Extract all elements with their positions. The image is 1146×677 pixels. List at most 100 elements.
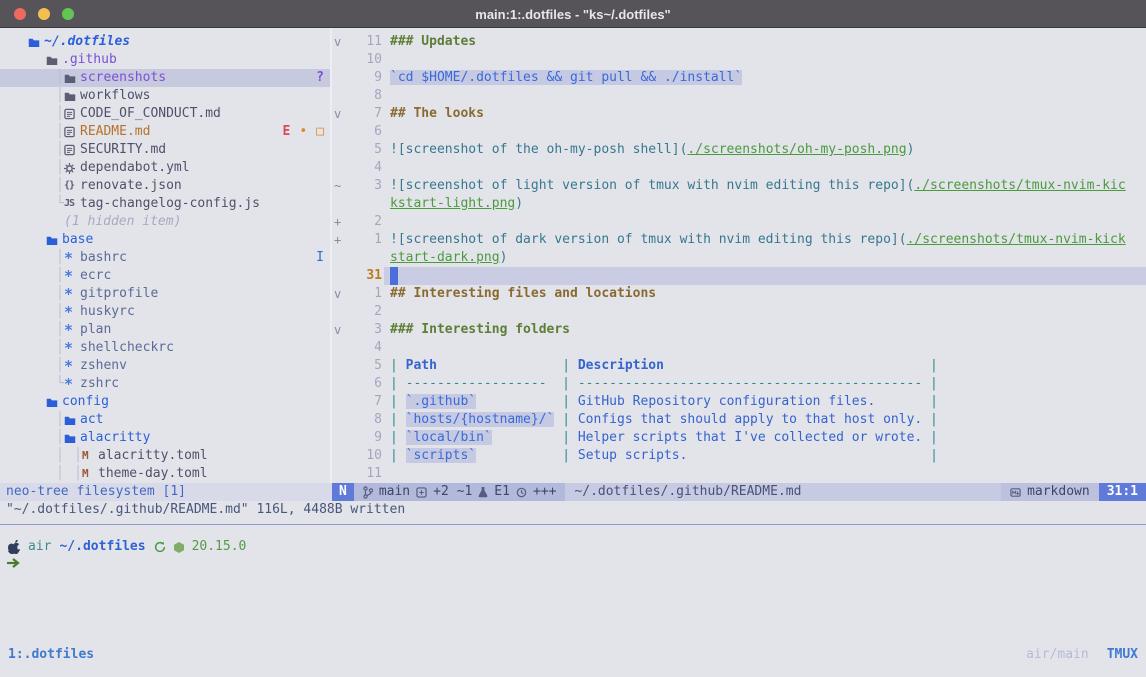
statusline-filepath: ~/.dotfiles/.github/README.md xyxy=(565,483,1001,501)
tree-item-1hiddenitem[interactable]: (1 hidden item) xyxy=(0,213,330,231)
tree-item-zshrc[interactable]: └*zshrc xyxy=(0,375,330,393)
editor-line-text: start-dark.png) xyxy=(390,249,507,267)
folder-icon xyxy=(64,412,80,428)
editor-line[interactable]: v1## Interesting files and locations xyxy=(332,285,1146,303)
tree-item-base[interactable]: base xyxy=(0,231,330,249)
syntax-token: | xyxy=(554,430,577,445)
tree-item-renovate.json[interactable]: │{}renovate.json xyxy=(0,177,330,195)
editor-line[interactable]: 5![screenshot of the oh-my-posh shell](.… xyxy=(332,141,1146,159)
git-diff-counts: +2 ~1 xyxy=(433,483,472,501)
tmux-status-right: air/main TMUX xyxy=(1026,646,1138,664)
line-number: 8 xyxy=(340,411,382,429)
line-number: 31 xyxy=(340,267,382,285)
editor-line[interactable]: 10| `scripts` | Setup scripts. | xyxy=(332,447,1146,465)
tree-item-huskyrc[interactable]: │*huskyrc xyxy=(0,303,330,321)
editor-line[interactable]: 8 xyxy=(332,87,1146,105)
tree-indent-guide: │ xyxy=(56,339,64,357)
tmux-window-tab[interactable]: 1:.dotfiles xyxy=(8,646,94,664)
syntax-token: `local/bin` xyxy=(406,430,492,445)
tree-item-tag-changelog-config.js[interactable]: └JStag-changelog-config.js xyxy=(0,195,330,213)
editor-line[interactable]: start-dark.png) xyxy=(332,249,1146,267)
tree-item-shellcheckrc[interactable]: │*shellcheckrc xyxy=(0,339,330,357)
editor-line[interactable]: 2 xyxy=(332,303,1146,321)
editor-line[interactable]: v7## The looks xyxy=(332,105,1146,123)
tree-item-alacritty.toml[interactable]: ││Malacritty.toml xyxy=(0,447,330,465)
tree-indent-guide: │ xyxy=(56,267,64,285)
node-version: 20.15.0 xyxy=(192,538,247,556)
syntax-token: Path xyxy=(406,358,437,373)
tree-item-label: gitprofile xyxy=(80,285,158,303)
tree-item-.dotfiles[interactable]: ~/.dotfiles xyxy=(0,33,330,51)
editor-line[interactable]: v11### Updates xyxy=(332,33,1146,51)
tree-item-screenshots[interactable]: │screenshots? xyxy=(0,69,330,87)
editor-line[interactable]: 5| Path | Description | xyxy=(332,357,1146,375)
tree-indent-guide: └ xyxy=(56,375,64,393)
shell-input-line[interactable] xyxy=(6,556,20,574)
editor-line-text: | `scripts` | Setup scripts. | xyxy=(390,447,938,465)
tree-item-label: renovate.json xyxy=(80,177,182,195)
tree-item-config[interactable]: config xyxy=(0,393,330,411)
tree-item-gitprofile[interactable]: │*gitprofile xyxy=(0,285,330,303)
tree-item-ecrc[interactable]: │*ecrc xyxy=(0,267,330,285)
editor-line[interactable]: 4 xyxy=(332,159,1146,177)
syntax-token: ) xyxy=(515,196,523,211)
tree-item-label: SECURITY.md xyxy=(80,141,166,159)
folder-icon xyxy=(64,70,80,86)
syntax-token: ### Interesting folders xyxy=(390,322,570,337)
syntax-token: ![screenshot of light version of tmux wi… xyxy=(390,178,914,193)
vim-message-line: "~/.dotfiles/.github/README.md" 116L, 44… xyxy=(6,501,405,519)
editor-line[interactable]: 6| ------------------ | ----------------… xyxy=(332,375,1146,393)
tree-item-label: zshenv xyxy=(80,357,127,375)
editor-pane[interactable]: v11### Updates109`cd $HOME/.dotfiles && … xyxy=(332,28,1146,483)
tmux-pane-divider[interactable] xyxy=(0,524,1146,525)
tree-item-workflows[interactable]: │workflows xyxy=(0,87,330,105)
tree-item-act[interactable]: │act xyxy=(0,411,330,429)
editor-line[interactable]: 9`cd $HOME/.dotfiles && git pull && ./in… xyxy=(332,69,1146,87)
editor-line[interactable]: 11 xyxy=(332,465,1146,483)
editor-line[interactable]: 8 | `hosts/{hostname}/` | Configs that sh… xyxy=(332,411,1146,429)
syntax-token: ![screenshot of the oh-my-posh shell]( xyxy=(390,142,687,157)
editor-line[interactable]: 4 xyxy=(332,339,1146,357)
tree-item-zshenv[interactable]: │*zshenv xyxy=(0,357,330,375)
editor-line-text: ![screenshot of dark version of tmux wit… xyxy=(390,231,1126,249)
line-number: 3 xyxy=(340,321,382,339)
editor-line[interactable]: +2 xyxy=(332,213,1146,231)
git-status-badges: ? xyxy=(316,69,324,87)
folder-icon xyxy=(46,232,62,248)
tree-item-security.md[interactable]: │SECURITY.md xyxy=(0,141,330,159)
neo-tree-panel[interactable]: ~/.dotfiles.github│screenshots?│workflow… xyxy=(0,28,330,483)
tree-item-dependabot.yml[interactable]: │dependabot.yml xyxy=(0,159,330,177)
editor-line[interactable]: ~3![screenshot of light version of tmux … xyxy=(332,177,1146,195)
tree-item-bashrc[interactable]: │*bashrcI xyxy=(0,249,330,267)
tree-item-code_of_conduct.md[interactable]: │CODE_OF_CONDUCT.md xyxy=(0,105,330,123)
line-number: 1 xyxy=(340,231,382,249)
editor-line[interactable]: 10 xyxy=(332,51,1146,69)
tree-item-plan[interactable]: │*plan xyxy=(0,321,330,339)
editor-line[interactable]: kstart-light.png) xyxy=(332,195,1146,213)
tree-indent-guide: └ xyxy=(56,195,64,213)
editor-line[interactable]: 6 xyxy=(332,123,1146,141)
tree-item-readme.md[interactable]: │README.mdE•□ xyxy=(0,123,330,141)
statusline-filetype-segment: markdown xyxy=(1001,483,1099,501)
syntax-token: Helper scripts that I've collected or wr… xyxy=(578,430,922,445)
editor-line[interactable]: 9| `local/bin` | Helper scripts that I'v… xyxy=(332,429,1146,447)
editor-line[interactable]: v3### Interesting folders xyxy=(332,321,1146,339)
terminal-content: ~/.dotfiles.github│screenshots?│workflow… xyxy=(0,28,1146,677)
tree-item-label: (1 hidden item) xyxy=(64,213,181,231)
cursorline-highlight xyxy=(384,267,1146,285)
doc-icon xyxy=(64,142,80,158)
tree-item-alacritty[interactable]: │alacritty xyxy=(0,429,330,447)
tree-item-label: shellcheckrc xyxy=(80,339,174,357)
filetype-label: markdown xyxy=(1027,483,1090,501)
line-number: 2 xyxy=(340,213,382,231)
editor-line-text: | `hosts/{hostname}/` | Configs that sho… xyxy=(390,411,938,429)
window-title: main:1:.dotfiles - "ks~/.dotfiles" xyxy=(0,6,1146,24)
shell-prompt-line: air ~/.dotfiles 20.15.0 xyxy=(8,538,246,556)
editor-cursor-line[interactable]: 31 xyxy=(332,267,1146,285)
tree-item-label: plan xyxy=(80,321,111,339)
editor-line[interactable]: +1![screenshot of dark version of tmux w… xyxy=(332,231,1146,249)
syntax-token: `.github` xyxy=(406,394,476,409)
tree-item-.github[interactable]: .github xyxy=(0,51,330,69)
editor-line[interactable]: 7| `.github` | GitHub Repository configu… xyxy=(332,393,1146,411)
tree-item-theme-day.toml[interactable]: ││Mtheme-day.toml xyxy=(0,465,330,483)
